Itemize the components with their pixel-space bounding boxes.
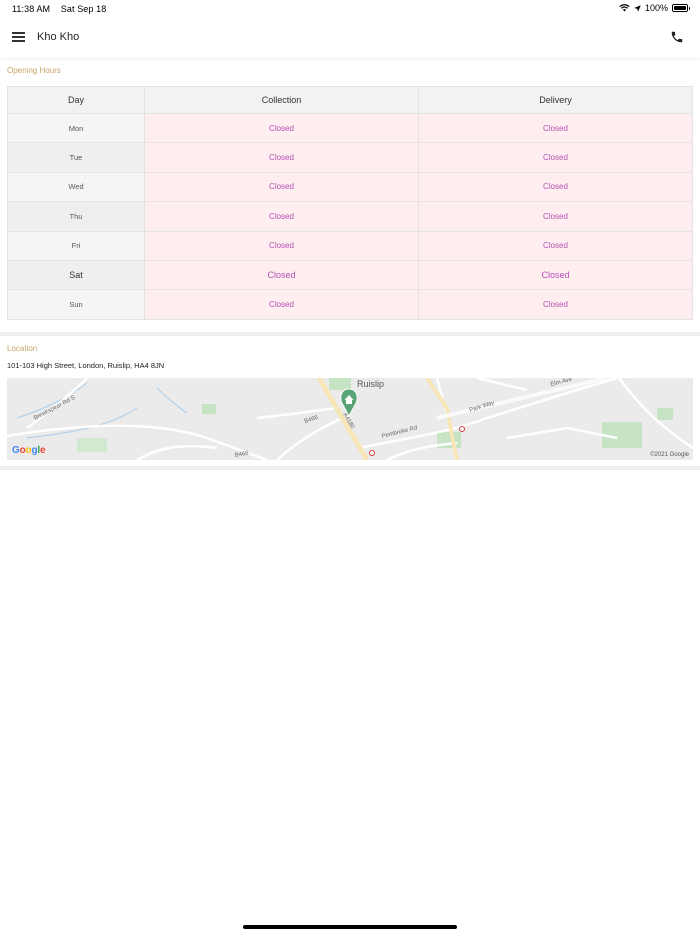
wifi-icon [619,4,630,12]
day-cell: Thu [7,201,145,232]
status-left: 11:38 AM Sat Sep 18 [12,4,114,14]
map-place-label: Ruislip [357,379,384,389]
battery-level [674,6,686,10]
column-header-delivery: Delivery [418,86,693,114]
battery-percent: 100% [644,3,668,13]
day-cell: Mon [7,112,145,144]
delivery-status: Closed [418,230,693,261]
collection-status: Closed [144,230,419,261]
map-canvas: Ruislip Breakspear Rd S B466 B466 A4180 … [7,378,693,460]
delivery-status: Closed [418,112,693,144]
collection-status: Closed [144,201,419,232]
table-row-today: Sat Closed Closed [7,259,693,291]
home-indicator[interactable] [243,925,457,929]
delivery-status: Closed [418,142,693,173]
delivery-status: Closed [418,289,693,320]
nav-bar: Kho Kho [0,18,700,58]
day-cell: Sat [7,259,145,291]
column-header-day: Day [7,86,145,114]
table-row: Thu Closed Closed [7,201,693,232]
address-text: 101-103 High Street, London, Ruislip, HA… [7,361,165,370]
collection-status: Closed [144,259,419,291]
hamburger-menu-icon[interactable] [12,32,25,42]
column-header-collection: Collection [144,86,419,114]
location-map[interactable]: Ruislip Breakspear Rd S B466 B466 A4180 … [7,378,693,460]
table-row: Sun Closed Closed [7,289,693,320]
location-label: Location [7,344,38,353]
section-divider [0,466,700,470]
day-cell: Fri [7,230,145,261]
location-arrow-icon [634,4,641,12]
battery-icon [672,4,690,12]
phone-icon[interactable] [670,30,684,44]
delivery-status: Closed [418,259,693,291]
table-row: Tue Closed Closed [7,142,693,173]
opening-hours-table: Day Collection Delivery Mon Closed Close… [7,86,693,320]
delivery-status: Closed [418,171,693,203]
table-row: Mon Closed Closed [7,112,693,144]
opening-hours-label: Opening Hours [7,66,61,75]
collection-status: Closed [144,142,419,173]
section-divider [0,332,700,336]
google-logo: Google [12,445,46,456]
collection-status: Closed [144,112,419,144]
page-title: Kho Kho [37,31,80,43]
delivery-status: Closed [418,201,693,232]
collection-status: Closed [144,171,419,203]
status-time: 11:38 AM [12,4,51,14]
status-right: 100% [619,3,690,13]
status-bar: 11:38 AM Sat Sep 18 100% [0,0,700,18]
map-copyright: ©2021 Google [650,452,689,458]
table-header-row: Day Collection Delivery [7,86,693,114]
collection-status: Closed [144,289,419,320]
day-cell: Sun [7,289,145,320]
table-row: Wed Closed Closed [7,171,693,203]
day-cell: Wed [7,171,145,203]
day-cell: Tue [7,142,145,173]
table-row: Fri Closed Closed [7,230,693,261]
status-date: Sat Sep 18 [60,4,107,14]
